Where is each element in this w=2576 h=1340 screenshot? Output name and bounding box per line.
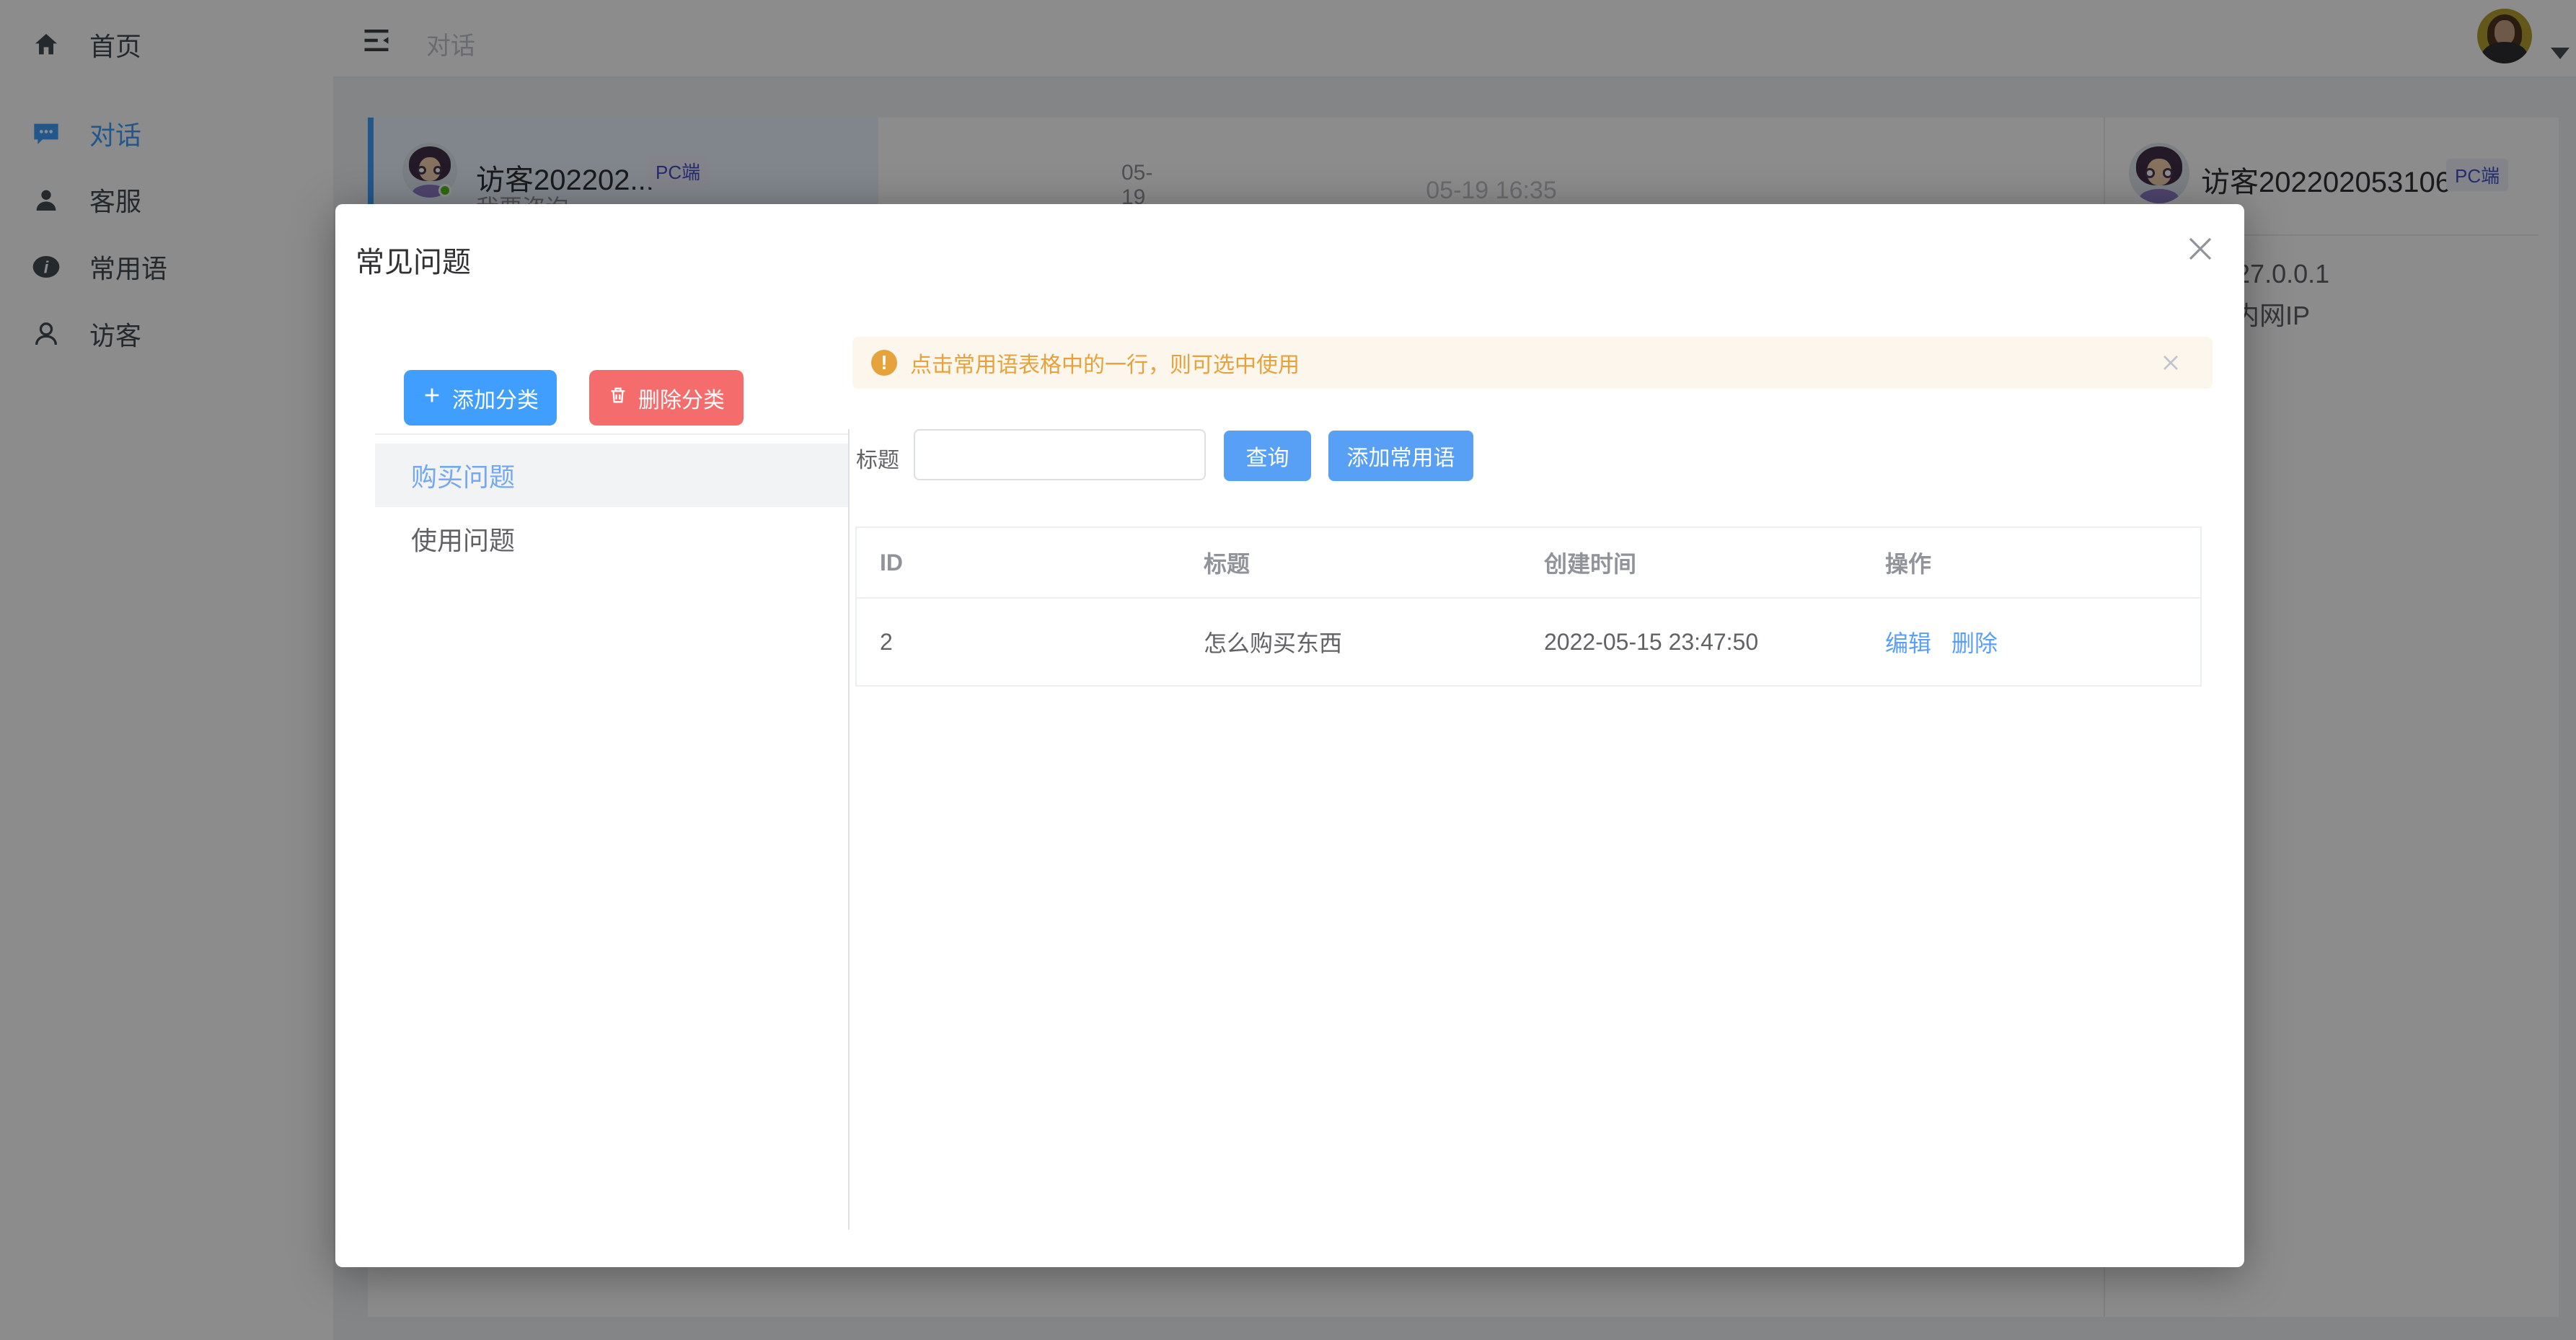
modal-close-icon[interactable]	[2183, 232, 2218, 266]
info-alert: ! 点击常用语表格中的一行，则可选中使用	[852, 337, 2213, 389]
cell-id: 2	[880, 599, 893, 685]
add-category-label: 添加分类	[452, 382, 539, 414]
cell-title: 怎么购买东西	[1204, 599, 1342, 685]
exclamation-circle-icon: !	[871, 350, 897, 376]
phrases-table: ID 标题 创建时间 操作 2 怎么购买东西 2022-05-15 23:47:…	[855, 526, 2202, 687]
edit-link[interactable]: 编辑	[1885, 625, 1931, 658]
app-root: 首页 对话 客服 i 常用语 访客 对话	[0, 0, 2576, 1340]
header-id: ID	[880, 528, 903, 597]
category-list: 购买问题 使用问题	[375, 433, 848, 570]
table-header-row: ID 标题 创建时间 操作	[857, 528, 2200, 599]
modal-title: 常见问题	[356, 239, 471, 281]
plus-icon	[422, 385, 442, 411]
add-phrase-button[interactable]: 添加常用语	[1328, 431, 1473, 481]
alert-text: 点击常用语表格中的一行，则可选中使用	[910, 347, 1300, 379]
header-created: 创建时间	[1544, 528, 1636, 597]
search-button[interactable]: 查询	[1224, 431, 1311, 481]
faq-modal: 常见问题 添加分类 删除分类 购买问题 使用问题 !	[335, 204, 2244, 1267]
delete-category-label: 删除分类	[638, 382, 725, 414]
cell-created: 2022-05-15 23:47:50	[1544, 599, 1758, 685]
title-search-input[interactable]	[914, 429, 1206, 480]
alert-close-icon[interactable]	[2158, 350, 2184, 376]
header-actions: 操作	[1885, 528, 1931, 597]
delete-link[interactable]: 删除	[1951, 625, 1998, 658]
add-category-button[interactable]: 添加分类	[404, 370, 557, 426]
category-label: 使用问题	[411, 520, 515, 557]
modal-vertical-divider	[848, 429, 850, 1230]
category-label: 购买问题	[411, 457, 515, 494]
delete-category-button[interactable]: 删除分类	[589, 370, 744, 426]
header-title: 标题	[1204, 528, 1250, 597]
trash-icon	[608, 385, 628, 411]
category-item-buy[interactable]: 购买问题	[375, 444, 848, 507]
table-row[interactable]: 2 怎么购买东西 2022-05-15 23:47:50 编辑 删除	[857, 599, 2200, 685]
category-item-usage[interactable]: 使用问题	[375, 507, 848, 570]
title-field-label: 标题	[856, 442, 899, 474]
cell-actions: 编辑 删除	[1885, 599, 1998, 685]
